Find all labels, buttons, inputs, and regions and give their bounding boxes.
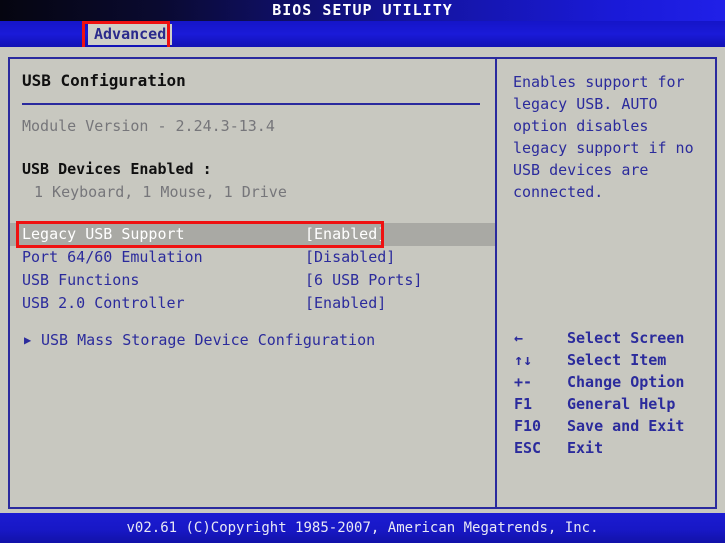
setting-row-legacy-usb-support[interactable]: Legacy USB Support [Enabled] — [10, 223, 495, 246]
legend-label: Exit — [567, 439, 604, 457]
window-title: BIOS SETUP UTILITY — [0, 0, 725, 21]
setting-value[interactable]: [Enabled] — [305, 292, 386, 315]
legend-label: Save and Exit — [567, 417, 685, 435]
setting-label: Legacy USB Support — [22, 225, 185, 243]
setting-label: USB Functions — [22, 271, 140, 289]
copyright-footer: v02.61 (C)Copyright 1985-2007, American … — [0, 513, 725, 543]
settings-list: Legacy USB Support [Enabled] Port 64/60 … — [10, 223, 495, 315]
key-f10-icon: F10 — [514, 417, 542, 435]
legend-label: General Help — [567, 395, 676, 413]
title-divider — [22, 103, 480, 105]
key-f1-icon: F1 — [514, 395, 533, 413]
legend-row-select-screen: ← Select Screen — [511, 327, 711, 349]
key-esc-icon: ESC — [514, 439, 542, 457]
setting-row-usb-20-controller[interactable]: USB 2.0 Controller [Enabled] — [10, 292, 495, 315]
legend-label: Select Screen — [567, 329, 685, 347]
legend-row-general-help: F1 General Help — [511, 393, 711, 415]
settings-panel: USB Configuration Module Version - 2.24.… — [10, 59, 495, 507]
help-panel: Enables support for legacy USB. AUTO opt… — [497, 59, 715, 507]
setting-row-usb-functions[interactable]: USB Functions [6 USB Ports] — [10, 269, 495, 292]
page-title: USB Configuration — [22, 71, 186, 90]
legend-row-change-option: +- Change Option — [511, 371, 711, 393]
tab-advanced[interactable]: Advanced — [88, 24, 173, 45]
plus-minus-icon: +- — [514, 373, 533, 391]
setting-row-port-6460-emulation[interactable]: Port 64/60 Emulation [Disabled] — [10, 246, 495, 269]
key-legend: ← Select Screen ↑↓ Select Item +- Change… — [511, 327, 711, 459]
setting-value[interactable]: [6 USB Ports] — [305, 269, 422, 292]
arrow-left-icon: ← — [514, 329, 524, 347]
help-description: Enables support for legacy USB. AUTO opt… — [513, 73, 694, 201]
submenu-label: USB Mass Storage Device Configuration — [41, 331, 376, 349]
setting-value[interactable]: [Enabled] — [305, 223, 386, 246]
main-body: USB Configuration Module Version - 2.24.… — [0, 47, 725, 513]
content-frame: USB Configuration Module Version - 2.24.… — [8, 57, 717, 509]
legend-label: Change Option — [567, 373, 685, 391]
bios-setup-screen: BIOS SETUP UTILITY Advanced USB Configur… — [0, 0, 725, 543]
module-version-text: Module Version - 2.24.3-13.4 — [22, 117, 275, 135]
usb-devices-enabled-value: 1 Keyboard, 1 Mouse, 1 Drive — [34, 183, 287, 201]
arrow-up-down-icon: ↑↓ — [514, 351, 533, 369]
setting-value[interactable]: [Disabled] — [305, 246, 395, 269]
legend-label: Select Item — [567, 351, 667, 369]
legend-row-save-and-exit: F10 Save and Exit — [511, 415, 711, 437]
usb-devices-enabled-label: USB Devices Enabled : — [22, 160, 212, 178]
menu-bar: Advanced — [0, 21, 725, 47]
setting-label: Port 64/60 Emulation — [22, 248, 203, 266]
triangle-right-icon: ▶ — [24, 333, 32, 347]
setting-label: USB 2.0 Controller — [22, 294, 185, 312]
legend-row-exit: ESC Exit — [511, 437, 711, 459]
legend-row-select-item: ↑↓ Select Item — [511, 349, 711, 371]
